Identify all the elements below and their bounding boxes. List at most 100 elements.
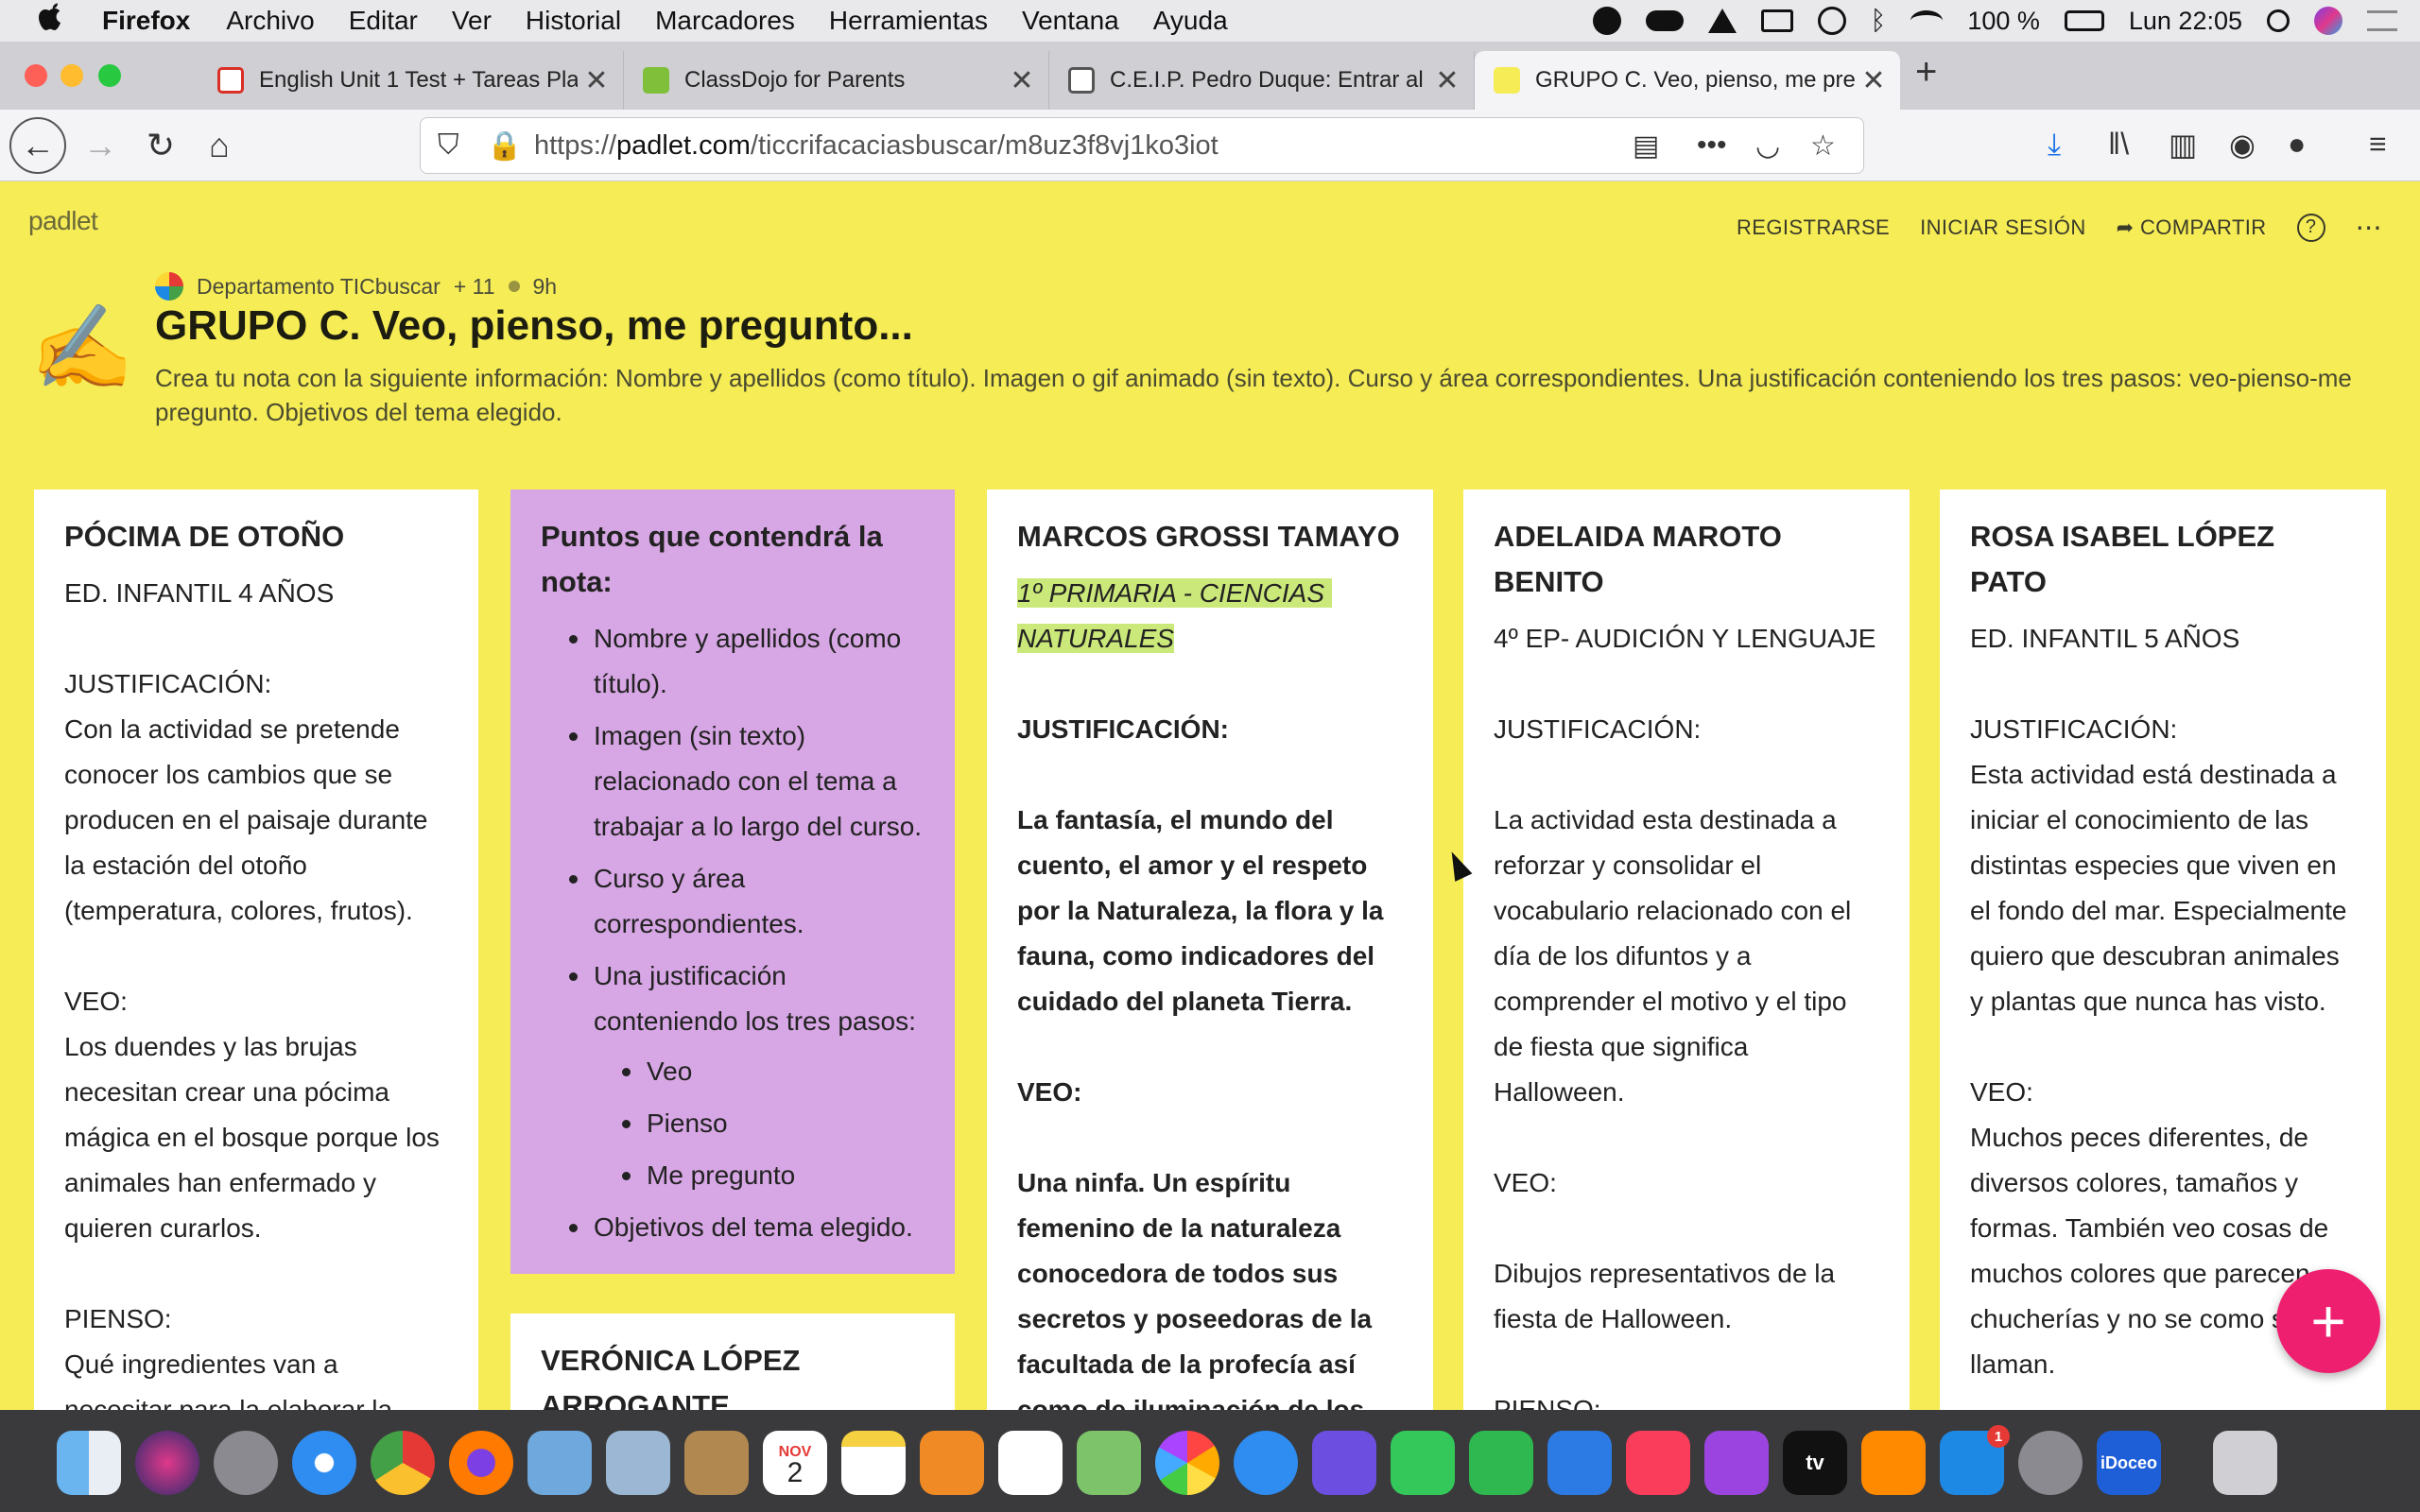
menu-herramientas[interactable]: Herramientas [829,6,988,36]
more-options-icon[interactable]: ⋯ [2356,212,2382,243]
calendar-icon[interactable]: NOV 2 [763,1431,827,1495]
close-tab-icon[interactable]: ✕ [1003,64,1041,97]
zoom-window-button[interactable] [98,64,121,87]
drive-icon[interactable] [1707,9,1737,33]
books-icon[interactable] [1861,1431,1926,1495]
post-card-adelaida[interactable]: ADELAIDA MAROTO BENITO 4º EP- AUDICIÓN Y… [1463,490,1910,1410]
post-card-puntos[interactable]: Puntos que contendrá la nota: Nombre y a… [510,490,955,1274]
cloud-icon[interactable] [1645,10,1684,31]
sub-list: Veo Pienso Me pregunto [594,1049,925,1198]
apple-menu-icon[interactable] [36,1,74,41]
finder-icon[interactable] [57,1431,121,1495]
tab-english-unit[interactable]: English Unit 1 Test + Tareas Pla ✕ [199,51,624,110]
new-tab-button[interactable]: + [1915,51,1937,94]
classdojo-favicon-icon [643,67,669,94]
chrome-icon[interactable] [371,1431,435,1495]
post-card-pocima[interactable]: PÓCIMA DE OTOÑO ED. INFANTIL 4 AÑOS JUST… [34,490,478,1410]
share-button[interactable]: ➦ COMPARTIR [2117,215,2267,240]
menu-ventana[interactable]: Ventana [1022,6,1119,36]
imovie-icon[interactable] [1312,1431,1376,1495]
bluetooth-icon[interactable]: ᛒ [1871,6,1887,36]
battery-percent[interactable]: 100 % [1967,7,2040,36]
post-card-marcos[interactable]: MARCOS GROSSI TAMAYO 1º PRIMARIA - CIENC… [987,490,1433,1410]
add-post-button[interactable]: + [2276,1269,2380,1373]
bookmark-star-icon[interactable]: ☆ [1810,129,1836,163]
close-tab-icon[interactable]: ✕ [1428,64,1466,97]
mail-bird-icon[interactable] [527,1431,592,1495]
apple-tv-icon[interactable]: tv [1783,1431,1847,1495]
notification-center-icon[interactable] [2367,10,2397,31]
preview-icon[interactable] [606,1431,670,1495]
menu-ver[interactable]: Ver [452,6,492,36]
minimize-window-button[interactable] [60,64,83,87]
sidebar-icon[interactable]: ▥ [2169,127,2197,163]
tab-strip: English Unit 1 Test + Tareas Pla ✕ Class… [0,42,2420,110]
reminders-icon[interactable] [998,1431,1063,1495]
time-machine-icon[interactable] [1817,7,1846,35]
post-card-veronica[interactable]: VERÓNICA LÓPEZ ARROGANTE [510,1314,955,1410]
notes-icon[interactable] [841,1431,906,1495]
siri-icon[interactable] [2314,7,2342,35]
stop-record-icon[interactable] [1592,7,1621,35]
music-icon[interactable] [1626,1431,1690,1495]
messages-icon[interactable] [1234,1431,1298,1495]
close-tab-icon[interactable]: ✕ [1855,64,1893,97]
list-item: Nombre y apellidos (como título). [569,616,925,707]
system-preferences-icon[interactable] [2018,1431,2083,1495]
tab-ceip[interactable]: C.E.I.P. Pedro Duque: Entrar al ✕ [1049,51,1475,110]
close-tab-icon[interactable]: ✕ [578,64,615,97]
home-button[interactable]: ⌂ [195,121,244,170]
tab-padlet-active[interactable]: GRUPO C. Veo, pienso, me preg ✕ [1475,51,1900,110]
tracking-shield-icon[interactable]: ⛉ [438,129,459,162]
launchpad-icon[interactable] [214,1431,278,1495]
pocket-icon[interactable]: ◡ [1755,129,1780,163]
app-store-icon[interactable]: 1 [1940,1425,2010,1495]
url-bar[interactable]: ⛉ 🔒 https://padlet.com/ticcrifacaciasbus… [420,117,1864,174]
idoceo-icon[interactable]: iDoceo [2097,1431,2161,1495]
author-name[interactable]: Departamento TICbuscar [197,274,441,300]
register-link[interactable]: REGISTRARSE [1737,215,1890,240]
close-window-button[interactable] [25,64,47,87]
siri-icon[interactable] [135,1431,199,1495]
menu-archivo[interactable]: Archivo [226,6,314,36]
updated-time: 9h [532,273,558,299]
reload-button[interactable]: ↻ [136,121,185,170]
login-link[interactable]: INICIAR SESIÓN [1920,215,2086,240]
facetime-icon[interactable] [1391,1431,1455,1495]
forward-button[interactable]: → [76,121,125,170]
tab-classdojo[interactable]: ClassDojo for Parents ✕ [624,51,1049,110]
menu-historial[interactable]: Historial [526,6,621,36]
photos-icon[interactable] [1155,1431,1219,1495]
firefox-icon[interactable] [449,1431,513,1495]
downloads-icon[interactable]: ⤓ [2048,127,2061,163]
account-icon[interactable]: ◉ [2229,127,2256,163]
lock-icon[interactable]: 🔒 [487,129,522,163]
trash-icon[interactable] [2213,1431,2277,1495]
pages-icon[interactable] [920,1431,984,1495]
hamburger-menu-icon[interactable]: ≡ [2369,127,2387,162]
library-icon[interactable]: ‖\ [2108,127,2129,162]
clock[interactable]: Lun 22:05 [2129,7,2242,36]
reader-view-icon[interactable]: ▤ [1633,129,1659,163]
menu-editar[interactable]: Editar [349,6,418,36]
menu-marcadores[interactable]: Marcadores [655,6,795,36]
padlet-favicon-icon [1494,67,1520,94]
menu-ayuda[interactable]: Ayuda [1153,6,1228,36]
contacts-icon[interactable] [684,1431,749,1495]
padlet-logo[interactable]: padlet [28,206,98,236]
numbers-icon[interactable] [1469,1431,1533,1495]
keynote-icon[interactable] [1547,1431,1612,1495]
back-button[interactable]: ← [9,117,66,174]
help-icon[interactable]: ? [2296,213,2325,242]
airplay-icon[interactable] [1760,9,1793,32]
battery-icon[interactable] [2064,10,2104,31]
extensions-icon[interactable]: ● [2288,127,2306,162]
page-actions-icon[interactable]: ••• [1697,129,1727,162]
spotlight-search-icon[interactable] [2267,9,2290,32]
safari-icon[interactable] [292,1431,356,1495]
list-item-text: Una justificación conteniendo los tres p… [594,961,916,1036]
wifi-icon[interactable] [1910,10,1944,31]
menu-app-firefox[interactable]: Firefox [102,6,190,36]
podcasts-icon[interactable] [1704,1431,1769,1495]
maps-icon[interactable] [1077,1431,1141,1495]
